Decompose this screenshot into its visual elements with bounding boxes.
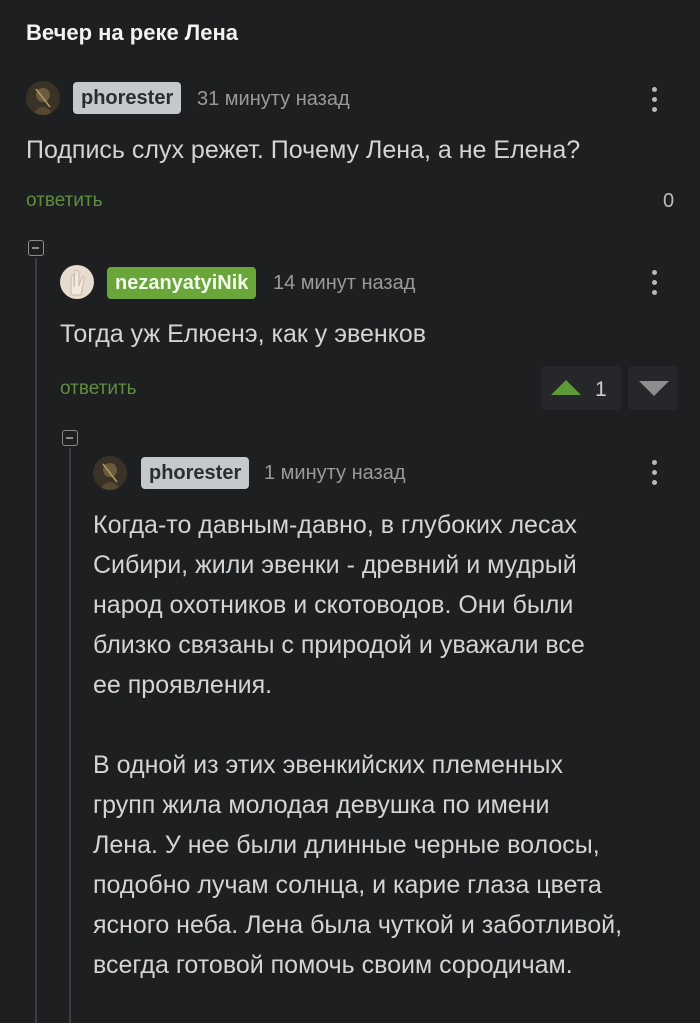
menu-dots-icon[interactable] xyxy=(647,458,661,488)
avatar[interactable] xyxy=(93,456,127,490)
comment-timestamp: 1 минуту назад xyxy=(264,462,406,484)
comment-text: Когда-то давным-давно, в глубоких лесах … xyxy=(93,511,623,979)
comments-page: Вечер на реке Лена phorester 31 минуту н… xyxy=(0,0,700,1023)
comment-3: phorester 1 минуту назад Когда-то давным… xyxy=(0,0,700,1023)
avatar-image xyxy=(93,456,127,490)
username-badge[interactable]: phorester xyxy=(141,457,250,489)
